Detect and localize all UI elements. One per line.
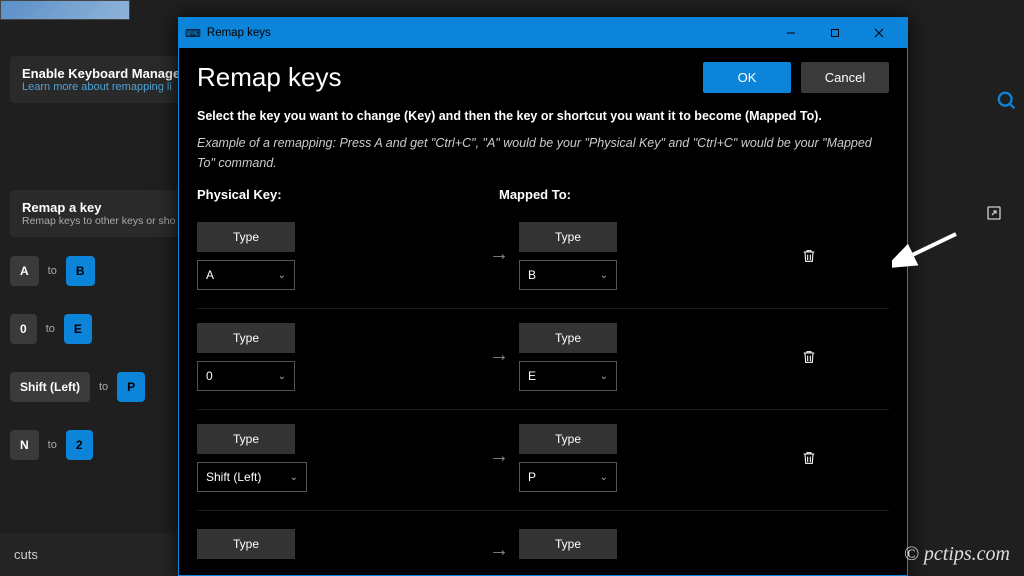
type-button[interactable]: Type bbox=[197, 222, 295, 252]
mapped-to-select[interactable]: B⌄ bbox=[519, 260, 617, 290]
physical-key-select[interactable]: 0⌄ bbox=[197, 361, 295, 391]
remap-chip-row: Shift (Left) to P bbox=[10, 372, 145, 402]
watermark: © pctips.com bbox=[904, 543, 1010, 566]
type-button[interactable]: Type bbox=[197, 323, 295, 353]
close-button[interactable] bbox=[857, 18, 901, 48]
minimize-button[interactable] bbox=[769, 18, 813, 48]
cancel-button[interactable]: Cancel bbox=[801, 62, 889, 93]
key-to: P bbox=[117, 372, 145, 402]
to-label: to bbox=[48, 439, 57, 451]
chevron-down-icon: ⌄ bbox=[278, 371, 286, 382]
remap-chip-row: N to 2 bbox=[10, 430, 93, 460]
type-button[interactable]: Type bbox=[519, 529, 617, 559]
remap-row: Type Shift (Left)⌄ → Type P⌄ bbox=[197, 410, 889, 511]
example-text: Example of a remapping: Press A and get … bbox=[197, 134, 889, 173]
chevron-down-icon: ⌄ bbox=[600, 270, 608, 281]
annotation-arrow bbox=[892, 228, 962, 268]
to-label: to bbox=[46, 323, 55, 335]
app-icon: ⌨ bbox=[185, 27, 201, 40]
remap-chip-row: A to B bbox=[10, 256, 95, 286]
shortcuts-label: cuts bbox=[0, 533, 180, 576]
chevron-down-icon: ⌄ bbox=[278, 270, 286, 281]
chevron-down-icon: ⌄ bbox=[600, 472, 608, 483]
physical-key-select[interactable]: A⌄ bbox=[197, 260, 295, 290]
to-label: to bbox=[48, 265, 57, 277]
physical-key-select[interactable]: Shift (Left)⌄ bbox=[197, 462, 307, 492]
key-from: N bbox=[10, 430, 39, 460]
remap-chip-row: 0 to E bbox=[10, 314, 92, 344]
key-to: B bbox=[66, 256, 95, 286]
delete-button[interactable] bbox=[801, 348, 831, 366]
delete-button[interactable] bbox=[801, 449, 831, 467]
remap-row: Type → Type bbox=[197, 511, 889, 568]
delete-button[interactable] bbox=[801, 247, 831, 265]
key-from: 0 bbox=[10, 314, 37, 344]
remap-row: Type A⌄ → Type B⌄ bbox=[197, 208, 889, 309]
ok-button[interactable]: OK bbox=[703, 62, 791, 93]
key-from: A bbox=[10, 256, 39, 286]
mapped-to-select[interactable]: P⌄ bbox=[519, 462, 617, 492]
type-button[interactable]: Type bbox=[197, 529, 295, 559]
type-button[interactable]: Type bbox=[197, 424, 295, 454]
remap-keys-dialog: ⌨ Remap keys Remap keys OK Cancel Select… bbox=[178, 17, 908, 576]
chevron-down-icon: ⌄ bbox=[600, 371, 608, 382]
type-button[interactable]: Type bbox=[519, 424, 617, 454]
mapped-to-select[interactable]: E⌄ bbox=[519, 361, 617, 391]
type-button[interactable]: Type bbox=[519, 323, 617, 353]
col-physical-key: Physical Key: bbox=[197, 187, 499, 202]
remap-row: Type 0⌄ → Type E⌄ bbox=[197, 309, 889, 410]
titlebar[interactable]: ⌨ Remap keys bbox=[179, 18, 907, 48]
key-from: Shift (Left) bbox=[10, 372, 90, 402]
popout-icon[interactable] bbox=[986, 205, 1002, 221]
arrow-icon: → bbox=[479, 344, 519, 367]
col-mapped-to: Mapped To: bbox=[499, 187, 889, 202]
arrow-icon: → bbox=[479, 539, 519, 562]
arrow-icon: → bbox=[479, 445, 519, 468]
to-label: to bbox=[99, 381, 108, 393]
chevron-down-icon: ⌄ bbox=[290, 472, 298, 483]
arrow-icon: → bbox=[479, 243, 519, 266]
key-to: 2 bbox=[66, 430, 93, 460]
maximize-button[interactable] bbox=[813, 18, 857, 48]
dialog-heading: Remap keys bbox=[197, 62, 693, 93]
type-button[interactable]: Type bbox=[519, 222, 617, 252]
search-icon[interactable] bbox=[996, 90, 1018, 112]
instruction-text: Select the key you want to change (Key) … bbox=[197, 107, 889, 126]
remap-rows: Type A⌄ → Type B⌄ Type 0⌄ → Type E⌄ bbox=[179, 208, 907, 575]
key-to: E bbox=[64, 314, 92, 344]
window-title: Remap keys bbox=[207, 27, 769, 39]
thumbnail-preview bbox=[0, 0, 130, 20]
